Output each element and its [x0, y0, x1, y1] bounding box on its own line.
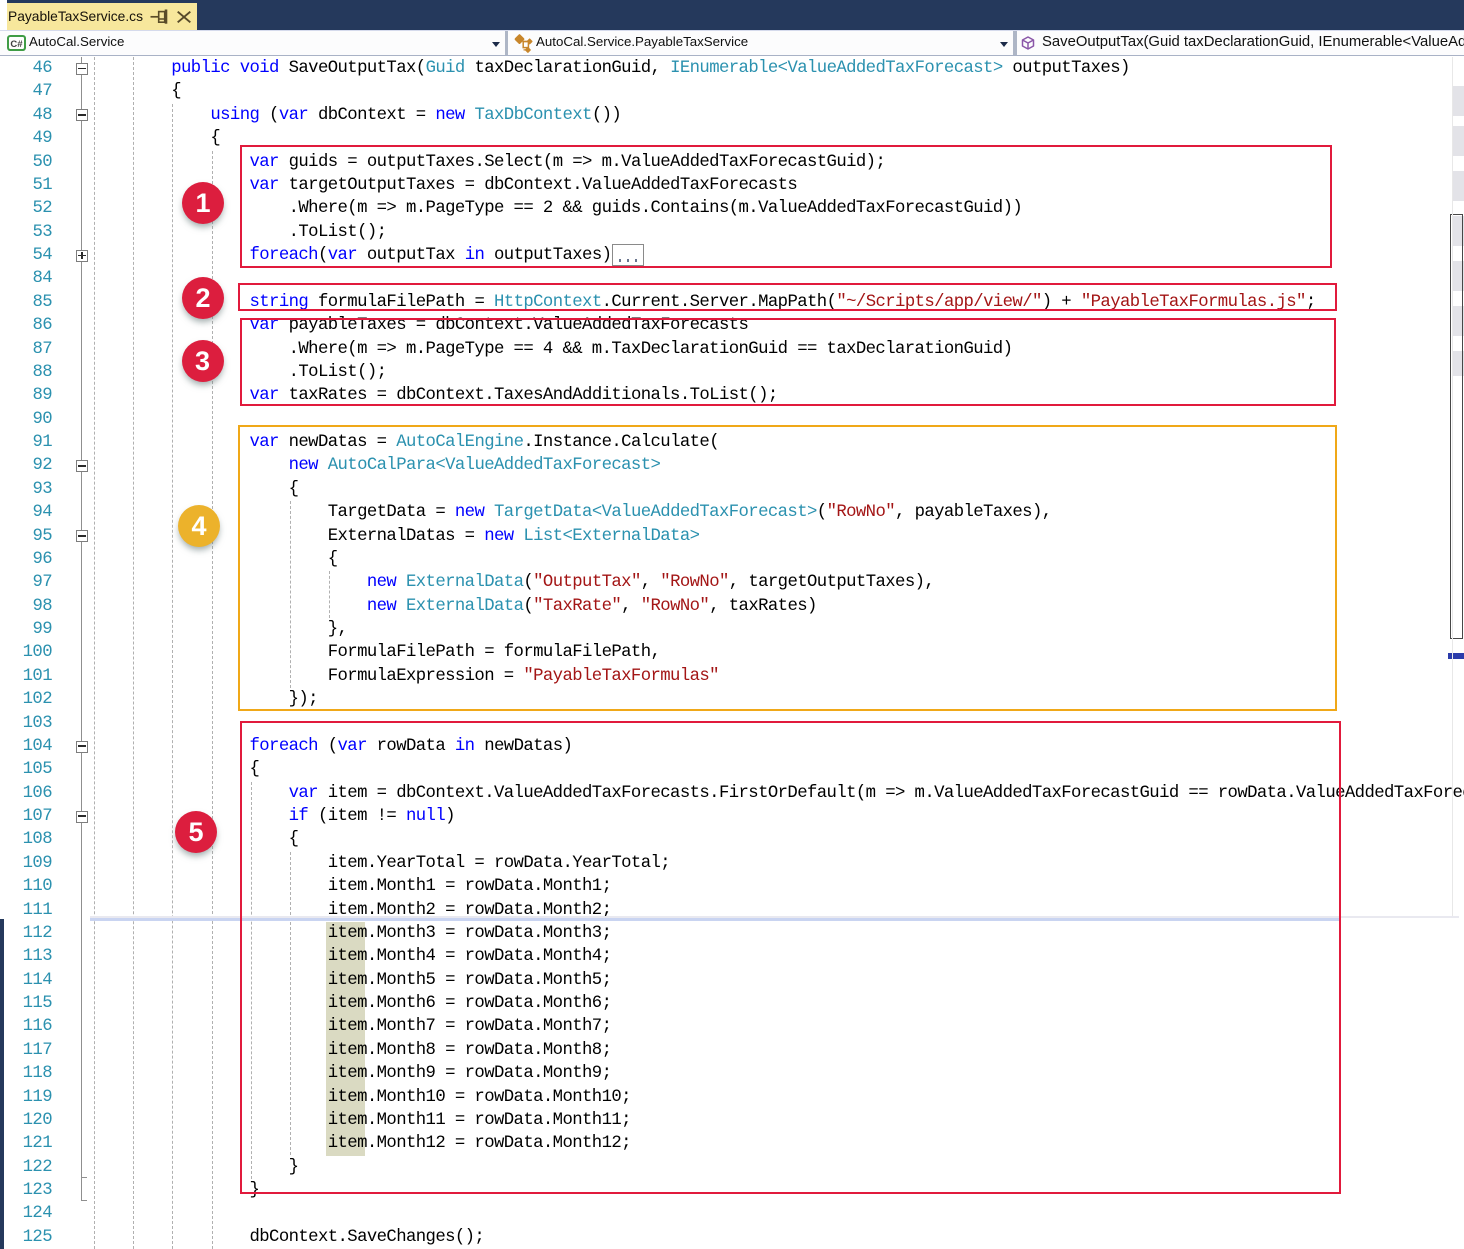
svg-text:C#: C#: [10, 39, 23, 50]
